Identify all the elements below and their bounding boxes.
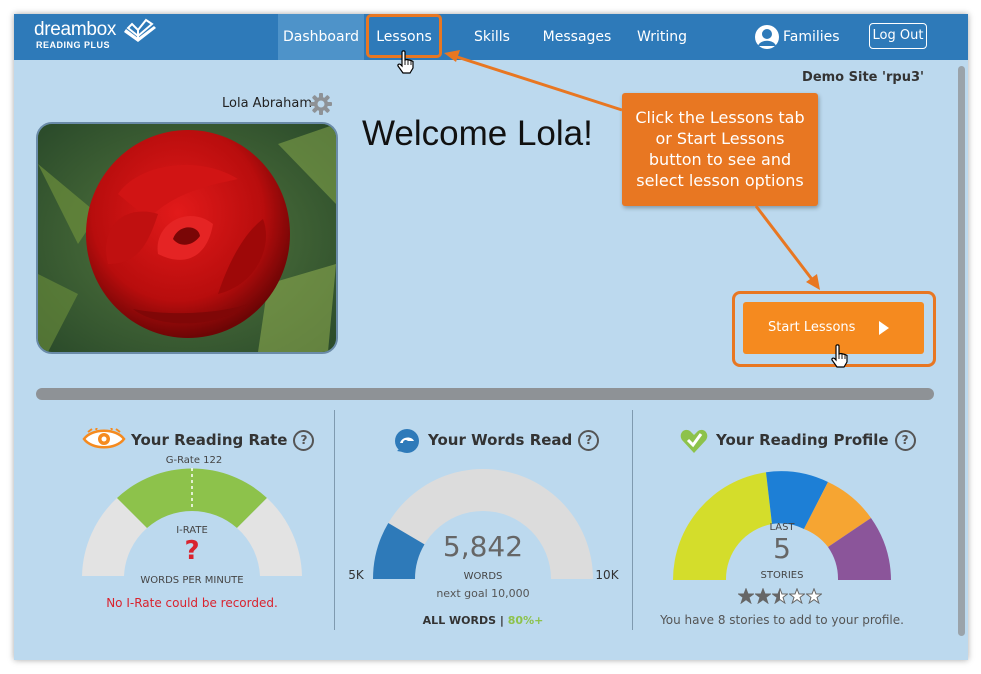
eye-icon (82, 428, 126, 449)
filter-separator: | (499, 614, 504, 627)
words-unit: WORDS (463, 571, 503, 582)
reading-profile-title-text: Your Reading Profile (716, 431, 889, 449)
all-words-label: ALL WORDS (422, 614, 497, 627)
reading-rate-title-text: Your Reading Rate (131, 431, 288, 449)
reading-rate-title: Your Reading Rate? (131, 430, 315, 451)
heart-checkmark-icon (680, 429, 708, 453)
irate-label: I-RATE (176, 525, 208, 536)
words-per-minute-label: WORDS PER MINUTE (140, 575, 244, 586)
app-window: dreambox READING PLUS Dashboard Lessons … (14, 14, 968, 660)
stories-unit: STORIES (760, 570, 804, 581)
words-count: 5,842 (442, 530, 524, 563)
star-icon (771, 587, 789, 605)
star-icon (788, 587, 806, 605)
all-words-filter[interactable]: ALL WORDS | 80%+ (403, 614, 563, 627)
all-words-percent: 80%+ (507, 614, 544, 627)
hand-cursor-icon (831, 344, 848, 368)
max-label: 10K (595, 568, 619, 582)
star-icon (805, 587, 823, 605)
min-label: 5K (348, 568, 364, 582)
profile-note: You have 8 stories to add to your profil… (660, 613, 904, 627)
grate-label: G-Rate 122 (165, 455, 223, 466)
irate-note: No I-Rate could be recorded. (106, 596, 278, 610)
reading-profile-title: Your Reading Profile? (716, 430, 916, 451)
help-icon[interactable]: ? (293, 430, 315, 451)
help-icon[interactable]: ? (894, 430, 916, 451)
next-goal: next goal 10,000 (436, 587, 530, 600)
help-icon[interactable]: ? (578, 430, 600, 451)
play-arrow-icon (879, 321, 889, 335)
panel-separator (334, 410, 335, 630)
book-reader-icon (395, 429, 419, 453)
panel-separator (632, 410, 633, 630)
words-read-title-text: Your Words Read (428, 431, 573, 449)
star-icon (737, 587, 755, 605)
words-read-title: Your Words Read? (428, 430, 600, 451)
story-rating-stars (737, 587, 828, 606)
section-divider (36, 388, 934, 400)
irate-value: ? (184, 536, 200, 566)
stories-count: 5 (773, 532, 791, 565)
star-icon (754, 587, 772, 605)
